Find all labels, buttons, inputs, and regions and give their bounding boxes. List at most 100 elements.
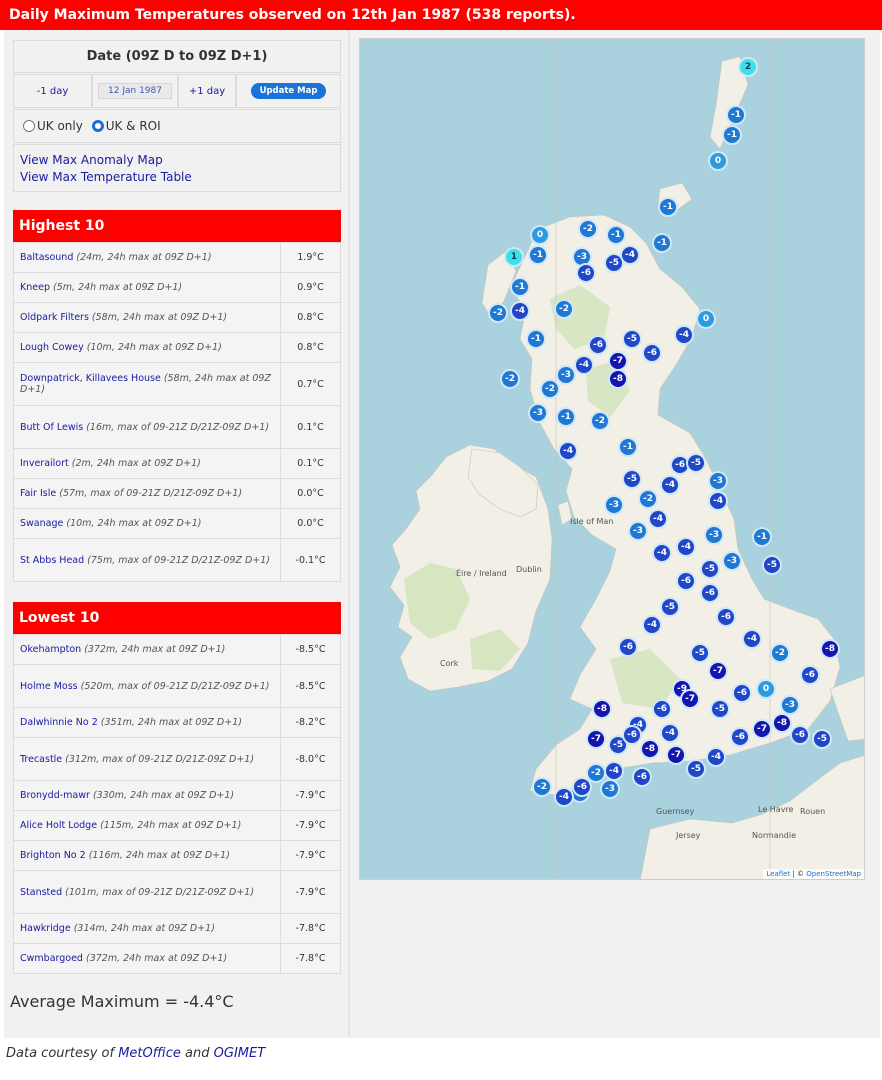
- temperature-marker[interactable]: -2: [500, 369, 520, 389]
- temperature-map[interactable]: Isle of Man Éire / Ireland Dublin Cork G…: [359, 38, 865, 880]
- temperature-marker[interactable]: -5: [710, 699, 730, 719]
- temperature-marker[interactable]: -1: [556, 407, 576, 427]
- station-link[interactable]: Hawkridge: [20, 923, 71, 934]
- station-link[interactable]: Cwmbargoed: [20, 953, 83, 964]
- temperature-marker[interactable]: -4: [742, 629, 762, 649]
- temperature-marker[interactable]: -1: [526, 329, 546, 349]
- temperature-marker[interactable]: -5: [622, 469, 642, 489]
- temperature-marker[interactable]: -2: [578, 219, 598, 239]
- ogimet-link[interactable]: OGIMET: [214, 1046, 266, 1061]
- temperature-marker[interactable]: -6: [588, 335, 608, 355]
- temperature-marker[interactable]: -2: [770, 643, 790, 663]
- temperature-marker[interactable]: -1: [618, 437, 638, 457]
- temperature-marker[interactable]: -4: [660, 475, 680, 495]
- temperature-marker[interactable]: -6: [700, 583, 720, 603]
- temperature-marker[interactable]: 0: [708, 151, 728, 171]
- temperature-marker[interactable]: -1: [752, 527, 772, 547]
- temperature-marker[interactable]: -4: [554, 787, 574, 807]
- next-day-button[interactable]: +1 day: [178, 74, 236, 108]
- temperature-marker[interactable]: -8: [772, 713, 792, 733]
- prev-day-button[interactable]: -1 day: [13, 74, 92, 108]
- temperature-marker[interactable]: -6: [576, 263, 596, 283]
- temperature-marker[interactable]: -4: [558, 441, 578, 461]
- uk-only-label[interactable]: UK only: [37, 119, 83, 133]
- station-link[interactable]: Stansted: [20, 887, 62, 898]
- station-link[interactable]: Trecastle: [20, 754, 62, 765]
- temperature-marker[interactable]: -1: [528, 245, 548, 265]
- temperature-marker[interactable]: -6: [716, 607, 736, 627]
- temperature-marker[interactable]: -5: [686, 759, 706, 779]
- anomaly-map-link[interactable]: View Max Anomaly Map: [20, 152, 340, 169]
- temperature-marker[interactable]: -1: [726, 105, 746, 125]
- temperature-marker[interactable]: -7: [708, 661, 728, 681]
- temperature-marker[interactable]: -6: [652, 699, 672, 719]
- temperature-marker[interactable]: -1: [510, 277, 530, 297]
- station-link[interactable]: Oldpark Filters: [20, 312, 89, 323]
- temperature-marker[interactable]: -3: [604, 495, 624, 515]
- temperature-marker[interactable]: -7: [752, 719, 772, 739]
- temperature-marker[interactable]: -8: [608, 369, 628, 389]
- temperature-marker[interactable]: -4: [676, 537, 696, 557]
- temperature-marker[interactable]: -2: [532, 777, 552, 797]
- temperature-marker[interactable]: -5: [622, 329, 642, 349]
- temperature-marker[interactable]: -8: [592, 699, 612, 719]
- station-link[interactable]: Lough Cowey: [20, 342, 84, 353]
- temperature-marker[interactable]: -5: [812, 729, 832, 749]
- temperature-marker[interactable]: 0: [530, 225, 550, 245]
- temperature-table-link[interactable]: View Max Temperature Table: [20, 169, 340, 186]
- temperature-marker[interactable]: 1: [504, 247, 524, 267]
- temperature-marker[interactable]: -1: [722, 125, 742, 145]
- temperature-marker[interactable]: 0: [696, 309, 716, 329]
- temperature-marker[interactable]: -6: [632, 767, 652, 787]
- temperature-marker[interactable]: -7: [586, 729, 606, 749]
- temperature-marker[interactable]: -3: [704, 525, 724, 545]
- temperature-marker[interactable]: -3: [528, 403, 548, 423]
- date-input[interactable]: 12 Jan 1987: [98, 83, 172, 99]
- station-link[interactable]: Butt Of Lewis: [20, 422, 83, 433]
- temperature-marker[interactable]: -4: [706, 747, 726, 767]
- temperature-marker[interactable]: -4: [620, 245, 640, 265]
- temperature-marker[interactable]: -6: [676, 571, 696, 591]
- station-link[interactable]: Dalwhinnie No 2: [20, 717, 98, 728]
- temperature-marker[interactable]: -6: [790, 725, 810, 745]
- temperature-marker[interactable]: -5: [660, 597, 680, 617]
- temperature-marker[interactable]: -7: [680, 689, 700, 709]
- temperature-marker[interactable]: -4: [642, 615, 662, 635]
- uk-only-radio[interactable]: [23, 120, 35, 132]
- uk-roi-label[interactable]: UK & ROI: [106, 119, 161, 133]
- temperature-marker[interactable]: -8: [820, 639, 840, 659]
- temperature-marker[interactable]: -3: [722, 551, 742, 571]
- temperature-marker[interactable]: -6: [622, 725, 642, 745]
- temperature-marker[interactable]: -2: [590, 411, 610, 431]
- temperature-marker[interactable]: -4: [652, 543, 672, 563]
- station-link[interactable]: Bronydd-mawr: [20, 790, 90, 801]
- temperature-marker[interactable]: -5: [686, 453, 706, 473]
- temperature-marker[interactable]: -4: [708, 491, 728, 511]
- update-map-button[interactable]: Update Map: [250, 83, 327, 99]
- temperature-marker[interactable]: -3: [628, 521, 648, 541]
- temperature-marker[interactable]: -4: [510, 301, 530, 321]
- station-link[interactable]: Fair Isle: [20, 488, 56, 499]
- station-link[interactable]: Kneep: [20, 282, 50, 293]
- openstreetmap-link[interactable]: OpenStreetMap: [806, 870, 861, 878]
- temperature-marker[interactable]: -2: [540, 379, 560, 399]
- temperature-marker[interactable]: -6: [572, 777, 592, 797]
- temperature-marker[interactable]: -7: [666, 745, 686, 765]
- temperature-marker[interactable]: -6: [642, 343, 662, 363]
- station-link[interactable]: Okehampton: [20, 644, 81, 655]
- temperature-marker[interactable]: -3: [600, 779, 620, 799]
- temperature-marker[interactable]: -8: [640, 739, 660, 759]
- temperature-marker[interactable]: -1: [658, 197, 678, 217]
- temperature-marker[interactable]: -5: [690, 643, 710, 663]
- temperature-marker[interactable]: -6: [618, 637, 638, 657]
- temperature-marker[interactable]: -4: [604, 761, 624, 781]
- temperature-marker[interactable]: -6: [730, 727, 750, 747]
- temperature-marker[interactable]: -3: [556, 365, 576, 385]
- temperature-marker[interactable]: -7: [608, 351, 628, 371]
- station-link[interactable]: Holme Moss: [20, 681, 78, 692]
- leaflet-link[interactable]: Leaflet: [766, 870, 790, 878]
- temperature-marker[interactable]: -4: [660, 723, 680, 743]
- station-link[interactable]: St Abbs Head: [20, 555, 84, 566]
- uk-roi-radio[interactable]: [91, 120, 104, 132]
- temperature-marker[interactable]: -1: [652, 233, 672, 253]
